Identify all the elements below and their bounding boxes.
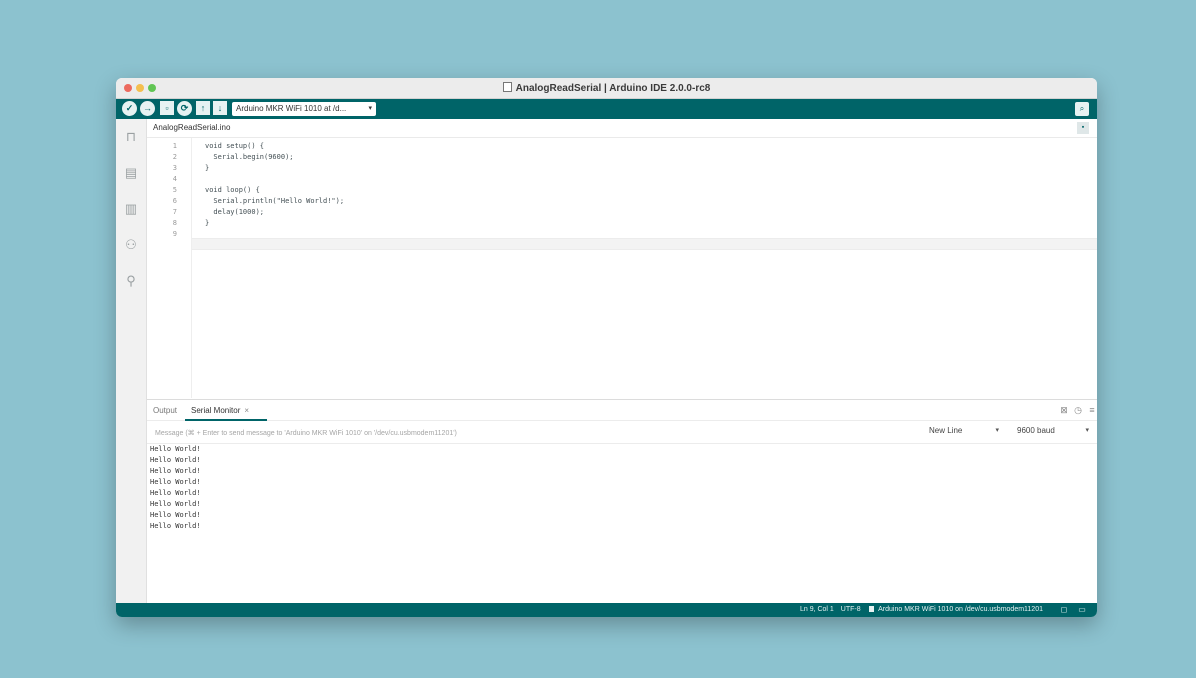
open-icon: ↑: [200, 103, 206, 113]
sidebar: ⊓ ▤ ▥ ⚇ ⚲: [116, 119, 147, 603]
line-number: 3: [172, 164, 177, 172]
toolbar: ✓ → ▫ ⟳ ↑ ↓ Arduino MKR WiFi 1010 at /d.…: [116, 99, 1097, 119]
debug-button[interactable]: ⟳: [177, 101, 192, 116]
cursor-position[interactable]: Ln 9, Col 1: [800, 606, 834, 613]
line-number: 2: [172, 153, 177, 161]
check-icon: ✓: [125, 103, 134, 113]
serial-output-line: Hello World!: [150, 511, 201, 519]
line-number: 4: [172, 175, 177, 183]
bottom-panel: Output Serial Monitor× ⊠ ◷ ≡ New Line ▾ …: [147, 399, 1097, 604]
status-bar: Ln 9, Col 1 UTF-8 Arduino MKR WiFi 1010 …: [116, 603, 1097, 617]
serial-monitor-button[interactable]: ⌕: [1075, 102, 1089, 116]
message-input[interactable]: [153, 425, 917, 441]
upload-button[interactable]: →: [140, 101, 155, 116]
message-row: New Line ▾ 9600 baud ▾: [147, 421, 1097, 444]
arrow-right-icon: →: [143, 103, 152, 113]
code-line[interactable]: 5 void loop() {: [147, 185, 1097, 195]
line-number: 7: [172, 208, 177, 216]
code-text: delay(1000);: [205, 208, 265, 216]
code-text: Serial.println("Hello World!");: [205, 197, 345, 205]
current-line-highlight: [192, 238, 1097, 250]
tab-menu-button[interactable]: ▪: [1077, 122, 1089, 134]
code-text: void setup() {: [205, 142, 265, 150]
tab-serial-monitor[interactable]: Serial Monitor ×: [191, 406, 249, 415]
board-status[interactable]: Arduino MKR WiFi 1010 on /dev/cu.usbmode…: [878, 606, 1043, 613]
encoding[interactable]: UTF-8: [841, 606, 861, 613]
save-sketch-button[interactable]: ↓: [213, 101, 227, 115]
serial-monitor-icon: ⌕: [1079, 104, 1085, 113]
board-selector[interactable]: Arduino MKR WiFi 1010 at /d... ▾: [232, 102, 376, 116]
code-text: Serial.begin(9600);: [205, 153, 294, 161]
code-line[interactable]: 2 Serial.begin(9600);: [147, 152, 1097, 162]
code-line[interactable]: 3}: [147, 163, 1097, 173]
debug-icon[interactable]: ⚇: [123, 237, 139, 253]
tab-output[interactable]: Output: [153, 406, 177, 415]
toggle-panel-icon[interactable]: ▭: [1077, 605, 1087, 615]
serial-output-line: Hello World!: [150, 467, 201, 475]
code-text: }: [205, 164, 210, 172]
panel-tabs: Output Serial Monitor × ⊠ ◷ ≡: [147, 400, 1097, 421]
serial-output: Hello World! Hello World! Hello World! Hell…: [147, 444, 1097, 594]
ellipsis-icon: ▪: [1081, 124, 1085, 131]
chevron-down-icon: ▾: [368, 105, 372, 112]
sketchbook-icon[interactable]: ⊓: [123, 129, 139, 145]
debug-icon: ⟳: [180, 103, 189, 113]
line-number: 8: [172, 219, 177, 227]
line-number: 9: [172, 230, 177, 238]
line-ending-select[interactable]: New Line ▾: [929, 426, 999, 438]
timestamp-icon[interactable]: ◷: [1073, 405, 1083, 415]
arduino-ide-window: AnalogReadSerial | Arduino IDE 2.0.0-rc8…: [116, 78, 1097, 617]
chevron-down-icon: ▾: [1085, 427, 1089, 434]
code-text: }: [205, 219, 210, 227]
title-bar: AnalogReadSerial | Arduino IDE 2.0.0-rc8: [116, 78, 1097, 99]
serial-output-line: Hello World!: [150, 489, 201, 497]
menu-icon[interactable]: ≡: [1087, 405, 1097, 415]
clear-output-icon[interactable]: ⊠: [1059, 405, 1069, 415]
code-line[interactable]: 4: [147, 174, 1097, 184]
chevron-down-icon: ▾: [995, 427, 999, 434]
code-line[interactable]: 9: [147, 229, 1097, 239]
code-line[interactable]: 6 Serial.println("Hello World!");: [147, 196, 1097, 206]
serial-output-line: Hello World!: [150, 478, 201, 486]
search-icon[interactable]: ⚲: [123, 273, 139, 289]
serial-output-line: Hello World!: [150, 500, 201, 508]
serial-output-line: Hello World!: [150, 445, 201, 453]
code-editor[interactable]: 1 void setup() {2 Serial.begin(9600); 3} 4 5…: [147, 138, 1097, 398]
status-text: Ln 9, Col 1 UTF-8 Arduino MKR WiFi 1010 …: [800, 606, 1043, 613]
open-sketch-button[interactable]: ↑: [196, 101, 210, 115]
document-icon: [502, 82, 512, 92]
file-tab[interactable]: AnalogReadSerial.ino: [153, 123, 230, 132]
line-number: 6: [172, 197, 177, 205]
library-manager-icon[interactable]: ▥: [123, 201, 139, 217]
notifications-icon[interactable]: ◻: [1059, 605, 1069, 615]
verify-button[interactable]: ✓: [122, 101, 137, 116]
line-number: 5: [172, 186, 177, 194]
baud-rate-select[interactable]: 9600 baud ▾: [1017, 426, 1089, 438]
new-file-icon: ▫: [165, 103, 169, 113]
editor-tab-bar: AnalogReadSerial.ino ▪: [147, 119, 1097, 138]
close-icon[interactable]: ×: [244, 406, 249, 415]
line-number: 1: [172, 142, 177, 150]
boards-manager-icon[interactable]: ▤: [123, 165, 139, 181]
code-line[interactable]: 8}: [147, 218, 1097, 228]
window-title: AnalogReadSerial | Arduino IDE 2.0.0-rc8: [116, 82, 1097, 94]
new-sketch-button[interactable]: ▫: [160, 101, 174, 115]
code-line[interactable]: 7 delay(1000);: [147, 207, 1097, 217]
serial-output-line: Hello World!: [150, 522, 201, 530]
board-icon: [868, 606, 874, 612]
code-text: void loop() {: [205, 186, 260, 194]
code-line[interactable]: 1 void setup() {: [147, 141, 1097, 151]
serial-output-line: Hello World!: [150, 456, 201, 464]
save-icon: ↓: [217, 103, 223, 113]
